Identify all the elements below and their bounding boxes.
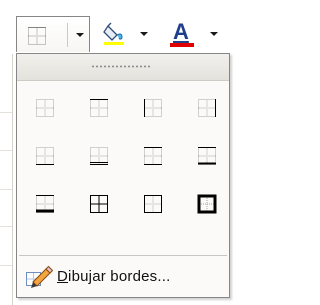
formatting-toolbar: A bbox=[16, 16, 230, 54]
no-border-option[interactable] bbox=[31, 142, 59, 170]
top-border-option[interactable] bbox=[85, 94, 113, 122]
bottom-border-option[interactable] bbox=[31, 94, 59, 122]
outside-box-option[interactable] bbox=[139, 190, 167, 218]
borders-popup-screenshot: A Dibujar bordes... bbox=[0, 0, 240, 305]
pencil-border-icon bbox=[25, 264, 54, 288]
right-border-option[interactable] bbox=[193, 94, 221, 122]
chevron-down-icon[interactable] bbox=[140, 32, 148, 36]
left-border-icon bbox=[144, 99, 162, 117]
top-and-thick-bottom-border-icon bbox=[198, 147, 216, 165]
outside-borders-option[interactable] bbox=[139, 142, 167, 170]
top-and-double-bottom-border-icon bbox=[36, 195, 54, 213]
fill-color-swatch bbox=[104, 42, 124, 45]
grip-dots bbox=[91, 65, 151, 68]
fill-color-button[interactable] bbox=[96, 16, 156, 52]
menu-divider bbox=[19, 255, 227, 256]
borders-menu: Dibujar bordes... bbox=[16, 53, 230, 298]
split-separator bbox=[67, 23, 68, 47]
thick-box-option[interactable] bbox=[193, 190, 221, 218]
paint-bucket-icon bbox=[102, 22, 128, 50]
outside-borders-icon bbox=[144, 195, 162, 213]
font-color-icon: A bbox=[170, 19, 194, 49]
thick-box-border-option[interactable] bbox=[193, 142, 221, 170]
bottom-double-border-option[interactable] bbox=[31, 190, 59, 218]
top-and-bottom-border-icon bbox=[144, 147, 162, 165]
draw-borders-rest: ibujar bordes... bbox=[68, 267, 171, 285]
chevron-down-icon[interactable] bbox=[76, 33, 84, 37]
thick-box-border-icon bbox=[197, 194, 217, 214]
chevron-down-icon[interactable] bbox=[210, 32, 218, 36]
font-color-letter: A bbox=[173, 19, 189, 44]
draw-borders-menu-item[interactable]: Dibujar bordes... bbox=[19, 260, 227, 292]
all-borders-grid-option[interactable] bbox=[85, 190, 113, 218]
left-border-option[interactable] bbox=[139, 94, 167, 122]
sheet-background-strip bbox=[0, 54, 13, 305]
all-borders-icon bbox=[90, 195, 108, 213]
borders-icon bbox=[27, 26, 47, 50]
right-border-icon bbox=[198, 99, 216, 117]
font-color-button[interactable]: A bbox=[164, 16, 230, 52]
border-options-grid bbox=[31, 94, 221, 244]
borders-dropdown-button[interactable] bbox=[16, 16, 90, 52]
bottom-border-icon bbox=[36, 99, 54, 117]
font-color-swatch bbox=[170, 43, 194, 47]
thick-bottom-border-icon bbox=[90, 147, 108, 165]
mnemonic-letter: D bbox=[57, 267, 69, 285]
draw-borders-label: Dibujar bordes... bbox=[57, 268, 170, 285]
bottom-double-border-icon bbox=[36, 147, 54, 165]
menu-drag-handle[interactable] bbox=[17, 54, 229, 81]
all-borders-option[interactable] bbox=[85, 142, 113, 170]
top-border-icon bbox=[90, 99, 108, 117]
